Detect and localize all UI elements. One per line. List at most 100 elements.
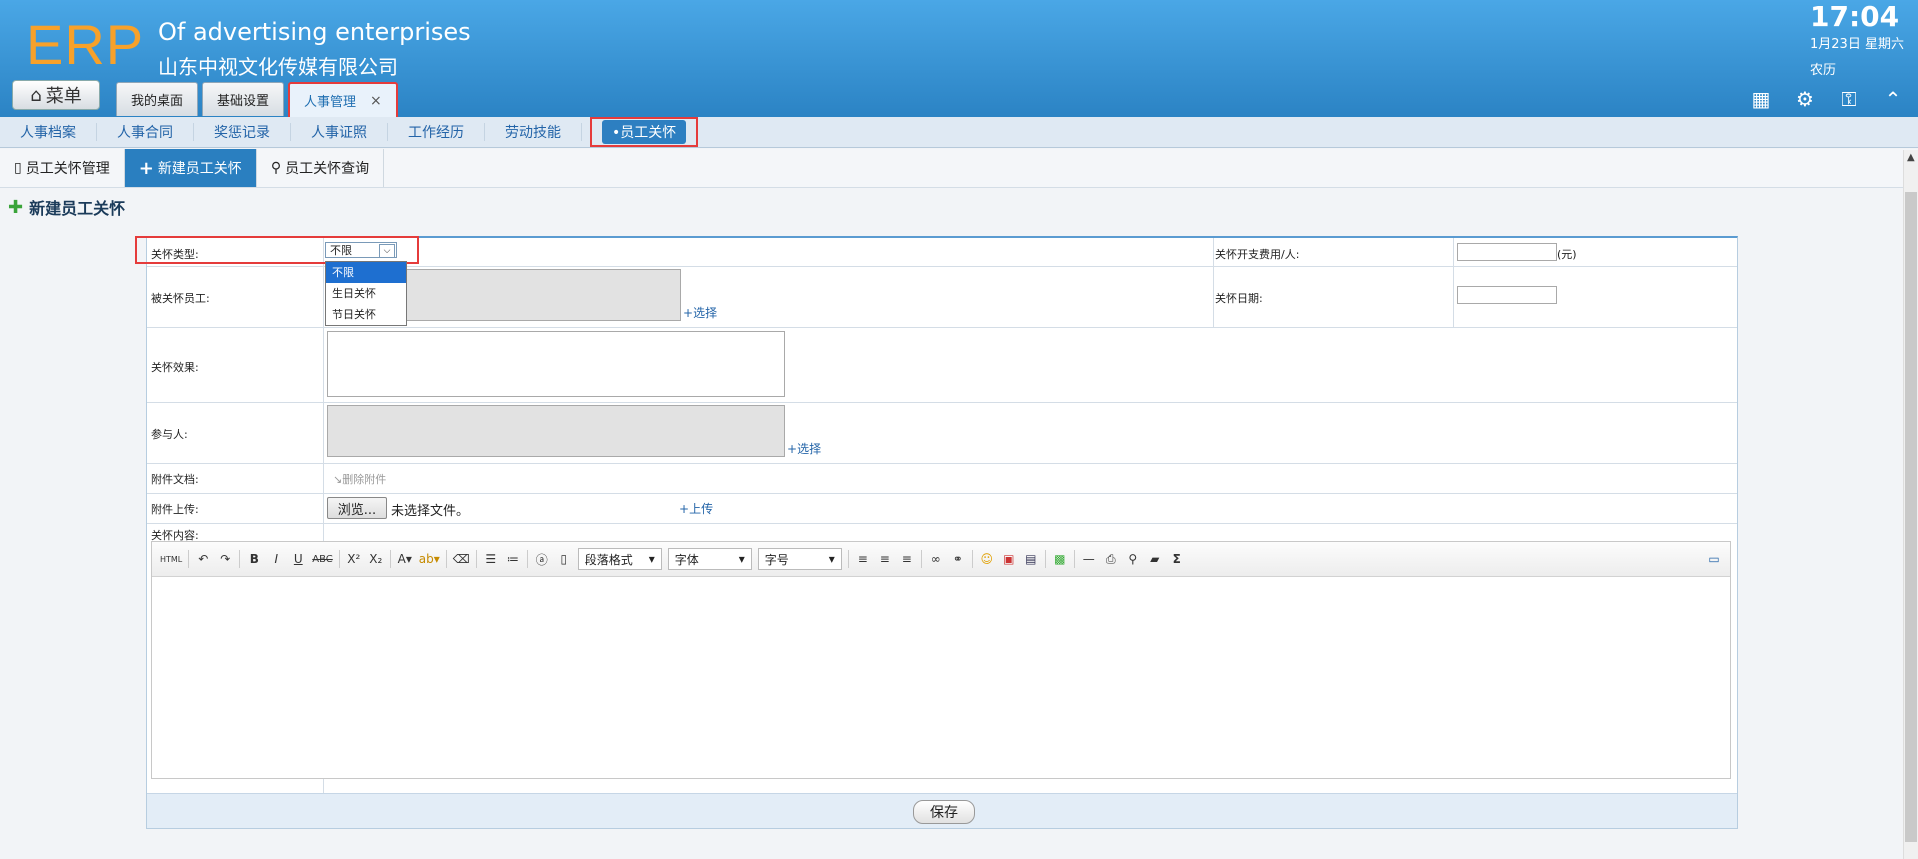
- video-icon[interactable]: ▤: [1023, 552, 1039, 566]
- underline-icon[interactable]: U: [290, 552, 306, 566]
- subscript-icon[interactable]: X₂: [368, 552, 384, 566]
- vertical-scrollbar[interactable]: ▲: [1903, 150, 1918, 859]
- menu-button[interactable]: ⌂ 菜单: [12, 80, 100, 110]
- print-icon[interactable]: ⎙: [1103, 552, 1119, 567]
- emoticon-icon[interactable]: ☺: [979, 552, 995, 566]
- tab-hr-management[interactable]: 人事管理 ×: [288, 82, 398, 117]
- key-icon[interactable]: ⚿: [1838, 87, 1860, 111]
- tab-care-query[interactable]: ⚲ 员工关怀查询: [257, 149, 385, 187]
- toolbar-separator: [920, 550, 922, 568]
- toolbar-separator: [239, 550, 241, 568]
- unordered-list-icon[interactable]: ≔: [505, 552, 521, 566]
- paste-icon[interactable]: ▰: [1147, 552, 1163, 566]
- link-text: 选择: [797, 442, 822, 456]
- upload-link[interactable]: +上传: [679, 500, 713, 517]
- select-value: 字体: [674, 552, 699, 567]
- scroll-up-icon[interactable]: ▲: [1907, 152, 1915, 163]
- plus-icon: +: [679, 502, 690, 516]
- option-birthday[interactable]: 生日关怀: [326, 283, 406, 304]
- delete-attachment-link[interactable]: ↘删除附件: [333, 471, 386, 487]
- erp-logo: ERP: [26, 13, 145, 76]
- toolbar-separator: [1073, 550, 1075, 568]
- strikethrough-icon[interactable]: ABC: [312, 554, 333, 565]
- browse-button[interactable]: 浏览...: [327, 497, 387, 519]
- effect-textarea[interactable]: [327, 331, 785, 397]
- tab-label: 我的桌面: [131, 94, 184, 109]
- fullscreen-icon[interactable]: ▭: [1706, 552, 1722, 566]
- paragraph-format-select[interactable]: 段落格式 ▾: [577, 548, 662, 570]
- align-center-icon[interactable]: ≡: [877, 552, 893, 566]
- align-right-icon[interactable]: ≡: [899, 552, 915, 566]
- unlink-icon[interactable]: ⚭: [950, 552, 966, 566]
- subnav-item-employee-care[interactable]: •员工关怀: [590, 117, 699, 147]
- save-button[interactable]: 保存: [913, 800, 975, 824]
- home-icon: ⌂: [30, 84, 42, 106]
- rich-text-editor: HTML ↶ ↷ B I U ABC X² X₂ A▾ ab▾ ⌫ ☰ ≔ ⓐ …: [151, 541, 1731, 779]
- font-color-icon[interactable]: A▾: [397, 552, 413, 566]
- document-icon: ▯: [14, 160, 22, 176]
- link-icon[interactable]: ∞: [928, 552, 944, 566]
- ordered-list-icon[interactable]: ☰: [483, 552, 499, 566]
- row-participants: 参与人: +选择: [147, 402, 1737, 464]
- plus-icon: +: [683, 306, 694, 320]
- app-header: ERP Of advertising enterprises 山东中视文化传媒有…: [0, 0, 1918, 117]
- image-icon[interactable]: ▣: [1001, 552, 1017, 566]
- subnav-item-certificates[interactable]: 人事证照: [291, 123, 388, 141]
- bold-icon[interactable]: B: [246, 552, 262, 566]
- formula-icon[interactable]: Σ: [1169, 552, 1185, 566]
- highlight-icon[interactable]: ab▾: [419, 552, 440, 566]
- tab-basic-settings[interactable]: 基础设置: [202, 82, 285, 116]
- subnav-item-records[interactable]: 人事档案: [0, 123, 97, 141]
- page-title-text: 新建员工关怀: [29, 199, 126, 218]
- divider: [1213, 266, 1214, 327]
- close-icon[interactable]: ×: [370, 93, 382, 109]
- italic-icon[interactable]: I: [268, 552, 284, 566]
- subnav-item-skills[interactable]: 劳动技能: [485, 123, 582, 141]
- subnav-item-rewards[interactable]: 奖惩记录: [194, 123, 291, 141]
- select-participants-link[interactable]: +选择: [787, 440, 821, 457]
- page-icon[interactable]: ▯: [556, 552, 572, 566]
- tab-desktop[interactable]: 我的桌面: [116, 82, 199, 116]
- superscript-icon[interactable]: X²: [346, 552, 362, 566]
- search-icon: ⚲: [270, 160, 282, 176]
- eraser-icon[interactable]: ⌫: [453, 552, 470, 566]
- html-source-icon[interactable]: HTML: [160, 555, 182, 564]
- row-attachments: 附件文档: ↘删除附件: [147, 463, 1737, 494]
- tab-label: 人事管理: [304, 95, 357, 110]
- link-text: 上传: [689, 502, 714, 516]
- select-employee-link[interactable]: +选择: [683, 304, 717, 321]
- subnav-item-contracts[interactable]: 人事合同: [97, 123, 194, 141]
- care-type-dropdown: 不限 生日关怀 节日关怀: [325, 261, 407, 326]
- participants-field[interactable]: [327, 405, 785, 457]
- font-size-select[interactable]: 字号 ▾: [757, 548, 842, 570]
- lunar-calendar[interactable]: 农历: [1810, 59, 1836, 78]
- tab-care-manage[interactable]: ▯ 员工关怀管理: [0, 149, 125, 187]
- option-any[interactable]: 不限: [326, 262, 406, 283]
- redo-icon[interactable]: ↷: [217, 552, 233, 566]
- date-input[interactable]: [1457, 286, 1557, 304]
- delete-icon: ↘: [333, 473, 343, 486]
- insert-image-icon[interactable]: ▩: [1052, 552, 1068, 566]
- add-widget-icon[interactable]: ▦: [1750, 87, 1772, 111]
- horizontal-rule-icon[interactable]: —: [1081, 552, 1097, 566]
- toolbar-separator: [971, 550, 973, 568]
- company-name-cn: 山东中视文化传媒有限公司: [158, 55, 398, 79]
- gear-icon[interactable]: ⚙: [1794, 87, 1816, 111]
- subnav-active-label: •员工关怀: [602, 120, 687, 144]
- link-text: 选择: [693, 306, 718, 320]
- option-holiday[interactable]: 节日关怀: [326, 304, 406, 325]
- anchor-icon[interactable]: ⓐ: [534, 551, 550, 568]
- action-tabs: ▯ 员工关怀管理 + 新建员工关怀 ⚲ 员工关怀查询: [0, 149, 1918, 188]
- select-value: 字号: [764, 552, 789, 567]
- subnav-item-experience[interactable]: 工作经历: [388, 123, 485, 141]
- preview-icon[interactable]: ⚲: [1125, 552, 1141, 566]
- row-upload: 附件上传: 浏览... 未选择文件。 +上传: [147, 493, 1737, 524]
- collapse-icon[interactable]: ⌃: [1882, 87, 1904, 111]
- font-family-select[interactable]: 字体 ▾: [667, 548, 752, 570]
- align-left-icon[interactable]: ≡: [855, 552, 871, 566]
- scroll-thumb[interactable]: [1905, 192, 1917, 842]
- no-file-text: 未选择文件。: [391, 504, 470, 519]
- cost-input[interactable]: [1457, 243, 1557, 261]
- undo-icon[interactable]: ↶: [195, 552, 211, 566]
- tab-care-new[interactable]: + 新建员工关怀: [124, 149, 257, 187]
